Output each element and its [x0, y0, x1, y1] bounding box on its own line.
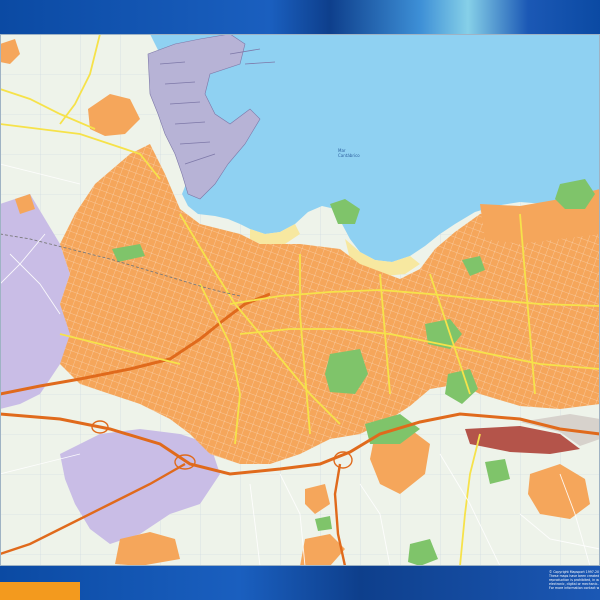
- copyright-notice: © Copyright Mapsport 1997-2017 These map…: [549, 570, 599, 590]
- sea-label-line2: Cantábrico: [338, 153, 360, 158]
- city-map[interactable]: [0, 34, 600, 566]
- map-poster: Mar Cantábrico © Copyright Mapsport 1997…: [0, 0, 600, 600]
- map-canvas: [0, 34, 600, 566]
- header-band: [0, 0, 600, 34]
- footer-tab: [0, 582, 80, 600]
- sea-label: Mar Cantábrico: [338, 148, 360, 158]
- copyright-line: For more information contact w...: [549, 586, 599, 591]
- footer-band: [0, 566, 600, 600]
